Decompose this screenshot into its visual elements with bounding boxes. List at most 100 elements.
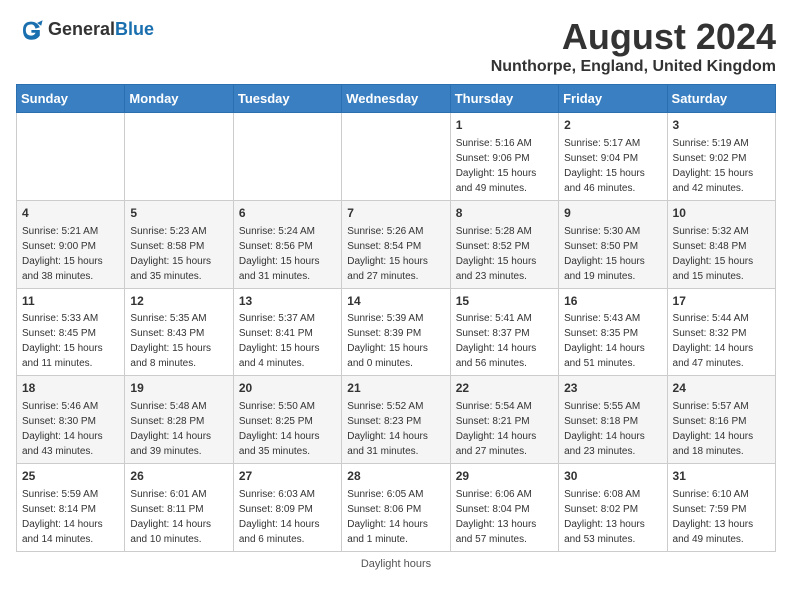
day-info: Sunrise: 6:05 AM Sunset: 8:06 PM Dayligh…: [347, 487, 444, 547]
calendar-cell: 15Sunrise: 5:41 AM Sunset: 8:37 PM Dayli…: [450, 288, 558, 376]
day-number: 13: [239, 293, 336, 310]
day-info: Sunrise: 5:48 AM Sunset: 8:28 PM Dayligh…: [130, 399, 227, 459]
day-number: 4: [22, 205, 119, 222]
day-info: Sunrise: 5:59 AM Sunset: 8:14 PM Dayligh…: [22, 487, 119, 547]
day-info: Sunrise: 5:46 AM Sunset: 8:30 PM Dayligh…: [22, 399, 119, 459]
day-number: 8: [456, 205, 553, 222]
calendar-cell: [233, 113, 341, 201]
calendar-week-row: 4 Sunrise: 5:21 AM Sunset: 9:00 PM Daylig…: [17, 200, 776, 288]
day-number: 2: [564, 117, 661, 134]
calendar-cell: 25 Sunrise: 5:59 AM Sunset: 8:14 PM Dayli…: [17, 464, 125, 552]
day-info: Sunrise: 5:37 AM Sunset: 8:41 PM Dayligh…: [239, 311, 336, 371]
day-info: Sunrise: 5:26 AM Sunset: 8:54 PM Dayligh…: [347, 224, 444, 284]
calendar-cell: 23Sunrise: 5:55 AM Sunset: 8:18 PM Dayli…: [559, 376, 667, 464]
day-info: Sunrise: 5:28 AM Sunset: 8:52 PM Dayligh…: [456, 224, 553, 284]
day-number: 26: [130, 468, 227, 485]
day-header-wednesday: Wednesday: [342, 85, 450, 113]
day-number: 25: [22, 468, 119, 485]
calendar-week-row: 18 Sunrise: 5:46 AM Sunset: 8:30 PM Dayli…: [17, 376, 776, 464]
calendar-cell: 29 Sunrise: 6:06 AM Sunset: 8:04 PM Dayli…: [450, 464, 558, 552]
calendar-cell: 27Sunrise: 6:03 AM Sunset: 8:09 PM Dayli…: [233, 464, 341, 552]
day-info: Sunrise: 6:10 AM Sunset: 7:59 PM Dayligh…: [673, 487, 770, 547]
calendar-cell: 17Sunrise: 5:44 AM Sunset: 8:32 PM Dayli…: [667, 288, 775, 376]
day-info: Sunrise: 5:57 AM Sunset: 8:16 PM Dayligh…: [673, 399, 770, 459]
day-info: Sunrise: 6:06 AM Sunset: 8:04 PM Dayligh…: [456, 487, 553, 547]
day-number: 3: [673, 117, 770, 134]
day-header-friday: Friday: [559, 85, 667, 113]
day-info: Sunrise: 5:50 AM Sunset: 8:25 PM Dayligh…: [239, 399, 336, 459]
day-number: 10: [673, 205, 770, 222]
day-number: 5: [130, 205, 227, 222]
day-number: 31: [673, 468, 770, 485]
day-info: Sunrise: 5:35 AM Sunset: 8:43 PM Dayligh…: [130, 311, 227, 371]
day-number: 12: [130, 293, 227, 310]
month-year-title: August 2024: [491, 16, 776, 58]
calendar-week-row: 11Sunrise: 5:33 AM Sunset: 8:45 PM Dayli…: [17, 288, 776, 376]
day-info: Sunrise: 5:24 AM Sunset: 8:56 PM Dayligh…: [239, 224, 336, 284]
day-info: Sunrise: 5:41 AM Sunset: 8:37 PM Dayligh…: [456, 311, 553, 371]
calendar-cell: 19Sunrise: 5:48 AM Sunset: 8:28 PM Dayli…: [125, 376, 233, 464]
day-number: 24: [673, 380, 770, 397]
calendar-cell: [125, 113, 233, 201]
calendar-cell: [17, 113, 125, 201]
calendar-cell: 16Sunrise: 5:43 AM Sunset: 8:35 PM Dayli…: [559, 288, 667, 376]
day-number: 9: [564, 205, 661, 222]
calendar-cell: 7 Sunrise: 5:26 AM Sunset: 8:54 PM Daylig…: [342, 200, 450, 288]
day-header-tuesday: Tuesday: [233, 85, 341, 113]
day-number: 15: [456, 293, 553, 310]
day-header-monday: Monday: [125, 85, 233, 113]
calendar-cell: 1Sunrise: 5:16 AM Sunset: 9:06 PM Daylig…: [450, 113, 558, 201]
day-info: Sunrise: 5:39 AM Sunset: 8:39 PM Dayligh…: [347, 311, 444, 371]
calendar-cell: 31 Sunrise: 6:10 AM Sunset: 7:59 PM Dayli…: [667, 464, 775, 552]
calendar-cell: 22Sunrise: 5:54 AM Sunset: 8:21 PM Dayli…: [450, 376, 558, 464]
day-info: Sunrise: 6:03 AM Sunset: 8:09 PM Dayligh…: [239, 487, 336, 547]
calendar-week-row: 1Sunrise: 5:16 AM Sunset: 9:06 PM Daylig…: [17, 113, 776, 201]
day-number: 23: [564, 380, 661, 397]
calendar-cell: 18 Sunrise: 5:46 AM Sunset: 8:30 PM Dayli…: [17, 376, 125, 464]
day-number: 22: [456, 380, 553, 397]
calendar-cell: 6Sunrise: 5:24 AM Sunset: 8:56 PM Daylig…: [233, 200, 341, 288]
day-info: Sunrise: 5:16 AM Sunset: 9:06 PM Dayligh…: [456, 136, 553, 196]
day-header-sunday: Sunday: [17, 85, 125, 113]
calendar-cell: 12Sunrise: 5:35 AM Sunset: 8:43 PM Dayli…: [125, 288, 233, 376]
day-number: 28: [347, 468, 444, 485]
calendar-cell: 10 Sunrise: 5:32 AM Sunset: 8:48 PM Dayli…: [667, 200, 775, 288]
day-info: Sunrise: 5:23 AM Sunset: 8:58 PM Dayligh…: [130, 224, 227, 284]
calendar-body: 1Sunrise: 5:16 AM Sunset: 9:06 PM Daylig…: [17, 113, 776, 552]
calendar-cell: 11Sunrise: 5:33 AM Sunset: 8:45 PM Dayli…: [17, 288, 125, 376]
calendar-cell: 14Sunrise: 5:39 AM Sunset: 8:39 PM Dayli…: [342, 288, 450, 376]
calendar-cell: 30 Sunrise: 6:08 AM Sunset: 8:02 PM Dayli…: [559, 464, 667, 552]
day-number: 7: [347, 205, 444, 222]
calendar-cell: 9Sunrise: 5:30 AM Sunset: 8:50 PM Daylig…: [559, 200, 667, 288]
daylight-label: Daylight hours: [361, 558, 431, 570]
day-info: Sunrise: 5:52 AM Sunset: 8:23 PM Dayligh…: [347, 399, 444, 459]
day-info: Sunrise: 5:33 AM Sunset: 8:45 PM Dayligh…: [22, 311, 119, 371]
calendar-cell: [342, 113, 450, 201]
day-header-thursday: Thursday: [450, 85, 558, 113]
day-number: 21: [347, 380, 444, 397]
day-info: Sunrise: 6:01 AM Sunset: 8:11 PM Dayligh…: [130, 487, 227, 547]
calendar-cell: 13Sunrise: 5:37 AM Sunset: 8:41 PM Dayli…: [233, 288, 341, 376]
calendar-cell: 3Sunrise: 5:19 AM Sunset: 9:02 PM Daylig…: [667, 113, 775, 201]
calendar-cell: 24 Sunrise: 5:57 AM Sunset: 8:16 PM Dayli…: [667, 376, 775, 464]
day-info: Sunrise: 6:08 AM Sunset: 8:02 PM Dayligh…: [564, 487, 661, 547]
calendar-cell: 8 Sunrise: 5:28 AM Sunset: 8:52 PM Daylig…: [450, 200, 558, 288]
logo-icon: [16, 16, 44, 44]
days-header-row: SundayMondayTuesdayWednesdayThursdayFrid…: [17, 85, 776, 113]
calendar-table: SundayMondayTuesdayWednesdayThursdayFrid…: [16, 84, 776, 552]
day-number: 17: [673, 293, 770, 310]
calendar-cell: 20 Sunrise: 5:50 AM Sunset: 8:25 PM Dayli…: [233, 376, 341, 464]
day-number: 20: [239, 380, 336, 397]
day-info: Sunrise: 5:21 AM Sunset: 9:00 PM Dayligh…: [22, 224, 119, 284]
day-info: Sunrise: 5:32 AM Sunset: 8:48 PM Dayligh…: [673, 224, 770, 284]
day-number: 30: [564, 468, 661, 485]
day-number: 16: [564, 293, 661, 310]
logo: GeneralBlue: [16, 16, 154, 44]
day-info: Sunrise: 5:44 AM Sunset: 8:32 PM Dayligh…: [673, 311, 770, 371]
location-label: Nunthorpe, England, United Kingdom: [491, 58, 776, 76]
day-number: 18: [22, 380, 119, 397]
day-number: 29: [456, 468, 553, 485]
day-number: 11: [22, 293, 119, 310]
calendar-cell: 21 Sunrise: 5:52 AM Sunset: 8:23 PM Dayli…: [342, 376, 450, 464]
day-info: Sunrise: 5:43 AM Sunset: 8:35 PM Dayligh…: [564, 311, 661, 371]
